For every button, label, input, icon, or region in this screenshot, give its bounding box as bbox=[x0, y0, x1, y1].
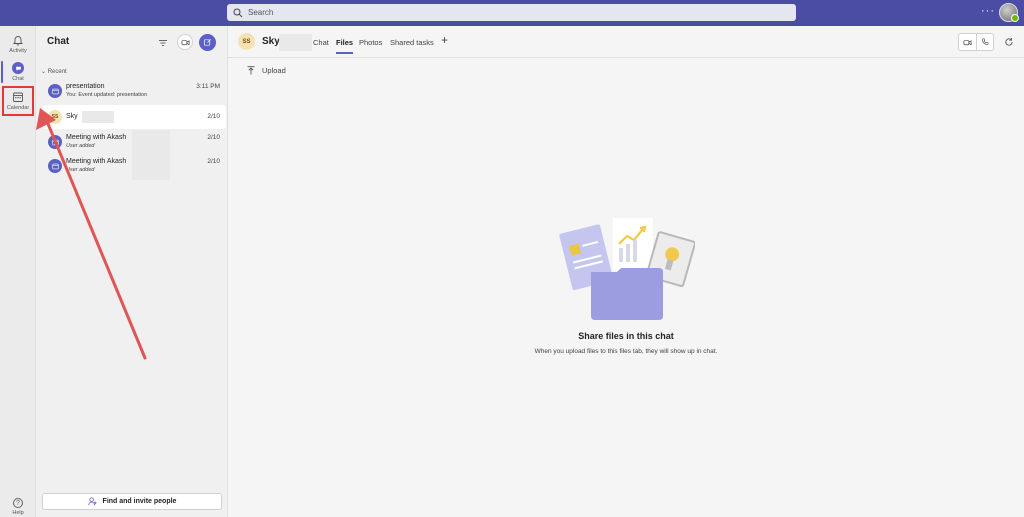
compose-icon bbox=[203, 39, 211, 46]
upload-button[interactable]: Upload bbox=[247, 66, 286, 75]
call-buttons bbox=[958, 33, 994, 51]
main-content: SS Sky Chat Files Photos Shared tasks + … bbox=[228, 26, 1024, 517]
search-bar[interactable]: Search bbox=[227, 4, 796, 21]
meet-now-button[interactable] bbox=[177, 34, 193, 50]
video-icon bbox=[963, 39, 972, 45]
redacted-block bbox=[132, 130, 170, 180]
user-avatar: SS bbox=[48, 110, 62, 124]
chat-item-preview: User added bbox=[66, 143, 95, 149]
calendar-avatar-icon bbox=[48, 135, 62, 149]
bell-icon bbox=[12, 36, 24, 46]
chat-item-time: 3:11 PM bbox=[196, 83, 220, 90]
chat-item-name: Meeting with Akash bbox=[66, 158, 127, 165]
chat-item-name: presentation bbox=[66, 83, 105, 90]
find-invite-people-button[interactable]: Find and invite people bbox=[42, 493, 222, 510]
phone-icon bbox=[981, 38, 989, 45]
find-invite-label: Find and invite people bbox=[102, 498, 177, 505]
calendar-avatar-icon bbox=[48, 159, 62, 173]
tab-files[interactable]: Files bbox=[336, 38, 354, 54]
chat-list-item[interactable]: presentation You: Event updated: present… bbox=[42, 79, 226, 103]
redacted-block bbox=[82, 111, 114, 123]
recent-section-label: Recent bbox=[47, 69, 67, 75]
add-person-icon bbox=[87, 497, 97, 506]
help-icon: ? bbox=[13, 498, 23, 508]
chat-title: Sky bbox=[262, 36, 280, 47]
refresh-icon[interactable] bbox=[1004, 37, 1014, 47]
redacted-block bbox=[279, 34, 312, 51]
chat-item-name: Meeting with Akash bbox=[66, 134, 127, 141]
calendar-highlight-box bbox=[2, 86, 34, 116]
tab-shared-tasks[interactable]: Shared tasks bbox=[390, 38, 434, 47]
more-options-icon[interactable]: ··· bbox=[981, 5, 995, 17]
top-bar: Search ··· bbox=[0, 0, 1024, 26]
chat-item-time: 2/10 bbox=[207, 113, 220, 120]
calendar-avatar-icon bbox=[48, 84, 62, 98]
empty-state-title: Share files in this chat bbox=[578, 331, 674, 341]
chat-item-time: 2/10 bbox=[207, 134, 220, 141]
header-avatar[interactable]: SS bbox=[238, 33, 255, 50]
chat-item-time: 2/10 bbox=[207, 158, 220, 165]
help-label: Help bbox=[12, 510, 24, 516]
add-tab-icon[interactable]: + bbox=[441, 33, 448, 47]
chat-list-item-selected[interactable]: SS Sky 2/10 bbox=[42, 105, 226, 129]
video-icon bbox=[181, 39, 189, 45]
upload-icon bbox=[247, 66, 255, 75]
user-avatar[interactable] bbox=[999, 3, 1019, 22]
chevron-down-icon: ⌄ bbox=[41, 69, 47, 75]
search-placeholder: Search bbox=[248, 8, 274, 17]
new-chat-button[interactable] bbox=[199, 34, 216, 51]
empty-state-subtitle: When you upload files to this files tab,… bbox=[534, 348, 718, 355]
chat-item-preview: You: Event updated: presentation bbox=[66, 92, 148, 98]
tab-chat[interactable]: Chat bbox=[313, 38, 329, 47]
chat-header: SS Sky Chat Files Photos Shared tasks + bbox=[228, 26, 1024, 58]
help-button[interactable]: ? Help bbox=[0, 492, 36, 516]
rail-label-chat: Chat bbox=[12, 76, 24, 82]
rail-item-activity[interactable]: Activity bbox=[0, 30, 36, 58]
files-illustration bbox=[559, 218, 695, 320]
search-icon bbox=[233, 8, 243, 17]
audio-call-button[interactable] bbox=[975, 34, 994, 50]
video-call-button[interactable] bbox=[959, 34, 976, 50]
rail-item-chat[interactable]: Chat bbox=[0, 58, 36, 86]
chat-icon bbox=[12, 62, 24, 74]
chat-item-name: Sky bbox=[66, 113, 78, 120]
tab-photos[interactable]: Photos bbox=[359, 38, 382, 47]
chat-item-preview: User added bbox=[66, 167, 95, 173]
chat-panel-title: Chat bbox=[47, 36, 70, 47]
filter-icon[interactable] bbox=[158, 38, 168, 48]
recent-section-header[interactable]: ⌄ Recent bbox=[41, 68, 67, 75]
rail-label-activity: Activity bbox=[9, 48, 27, 54]
chat-list-panel: Chat ⌄ Recent presentation You: Event up… bbox=[36, 26, 228, 517]
upload-label: Upload bbox=[262, 66, 286, 75]
